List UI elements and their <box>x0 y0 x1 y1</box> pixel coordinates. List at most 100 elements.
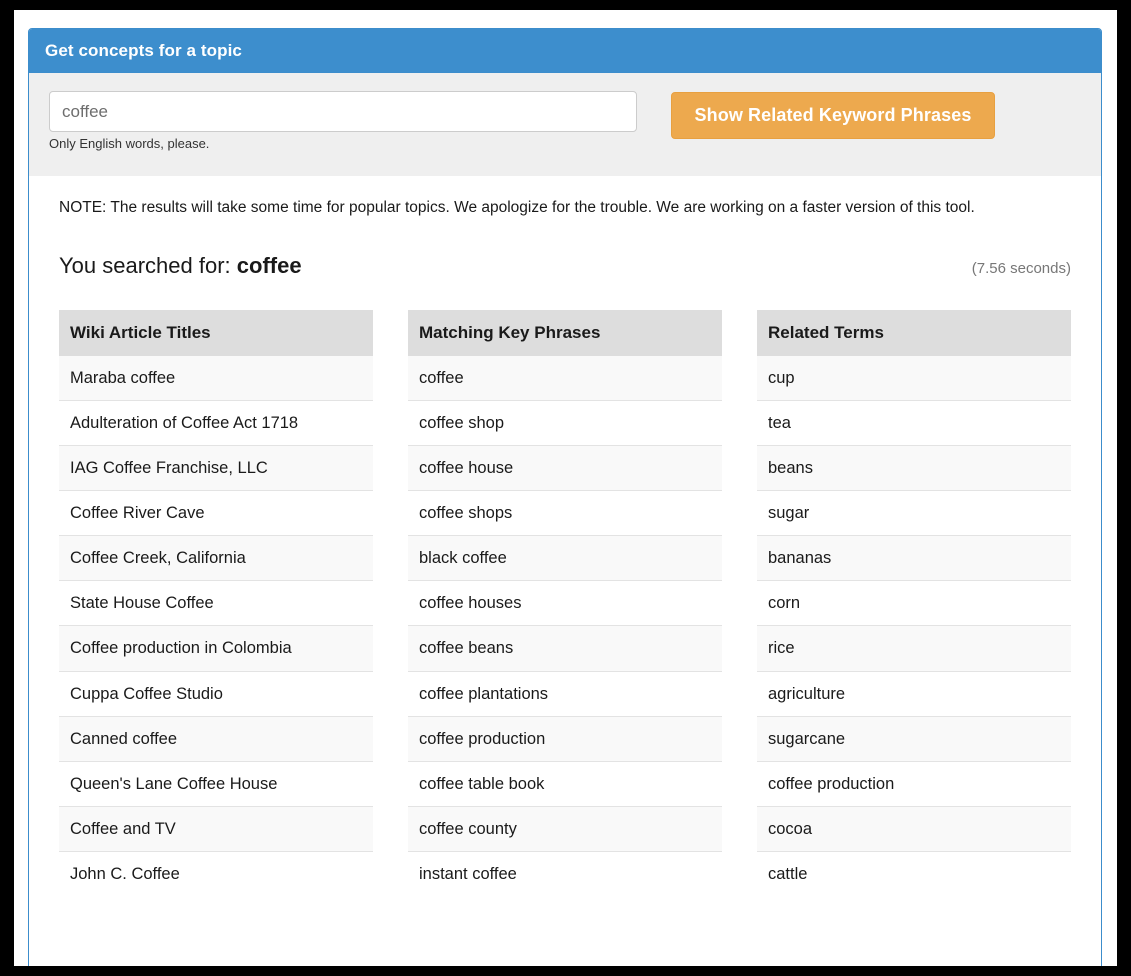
table-cell[interactable]: black coffee <box>408 535 722 581</box>
searched-for-prefix: You searched for: <box>59 252 231 278</box>
table-cell[interactable]: coffee shops <box>408 490 722 536</box>
table-cell[interactable]: Maraba coffee <box>59 355 373 401</box>
table-row[interactable]: cocoa <box>757 806 1071 852</box>
panel-body: NOTE: The results will take some time fo… <box>29 176 1101 897</box>
table-cell[interactable]: coffee production <box>757 760 1071 807</box>
table-cell[interactable]: rice <box>757 625 1071 672</box>
table-row[interactable]: coffee shops <box>408 490 722 536</box>
table-row[interactable]: Maraba coffee <box>59 355 373 401</box>
page-canvas: Get concepts for a topic Only English wo… <box>14 10 1117 966</box>
topic-field-group: Only English words, please. <box>49 91 637 153</box>
elapsed-time: (7.56 seconds) <box>971 259 1071 277</box>
column-header: Matching Key Phrases <box>408 309 722 356</box>
table-row[interactable]: beans <box>757 444 1071 491</box>
table-body: cup tea beans sugar bananas corn rice ag… <box>757 355 1071 897</box>
table-cell[interactable]: Adulteration of Coffee Act 1718 <box>59 399 373 446</box>
search-summary-row: You searched for: coffee (7.56 seconds) <box>59 253 1071 279</box>
table-row[interactable]: cup <box>757 355 1071 401</box>
panel-title: Get concepts for a topic <box>45 41 242 60</box>
table-row[interactable]: coffee <box>408 355 722 401</box>
table-cell[interactable]: Cuppa Coffee Studio <box>59 670 373 717</box>
table-cell[interactable]: State House Coffee <box>59 580 373 626</box>
table-row[interactable]: Adulteration of Coffee Act 1718 <box>59 399 373 446</box>
concepts-panel: Get concepts for a topic Only English wo… <box>28 28 1102 966</box>
table-cell[interactable]: cattle <box>757 851 1071 897</box>
table-cell[interactable]: coffee production <box>408 715 722 762</box>
table-header-row: Wiki Article Titles <box>59 309 373 356</box>
search-form-area: Only English words, please. Show Related… <box>29 73 1101 176</box>
table-cell[interactable]: instant coffee <box>408 851 722 897</box>
table-row[interactable]: corn <box>757 580 1071 626</box>
table-row[interactable]: cattle <box>757 851 1071 897</box>
table-cell[interactable]: Coffee production in Colombia <box>59 625 373 672</box>
table-cell[interactable]: Queen's Lane Coffee House <box>59 760 373 807</box>
table-cell[interactable]: sugar <box>757 490 1071 536</box>
table-row[interactable]: John C. Coffee <box>59 851 373 897</box>
table-row[interactable]: coffee table book <box>408 760 722 807</box>
table-cell[interactable]: coffee <box>408 355 722 401</box>
table-row[interactable]: instant coffee <box>408 851 722 897</box>
table-row[interactable]: rice <box>757 625 1071 672</box>
table-cell[interactable]: Canned coffee <box>59 715 373 762</box>
table-cell[interactable]: coffee shop <box>408 399 722 446</box>
table-row[interactable]: black coffee <box>408 535 722 581</box>
table-cell[interactable]: corn <box>757 580 1071 626</box>
table-cell[interactable]: Coffee River Cave <box>59 490 373 536</box>
column-header: Wiki Article Titles <box>59 309 373 356</box>
table-row[interactable]: State House Coffee <box>59 580 373 626</box>
table-cell[interactable]: cup <box>757 355 1071 401</box>
table-cell[interactable]: coffee house <box>408 444 722 491</box>
table-row[interactable]: agriculture <box>757 670 1071 717</box>
table-row[interactable]: coffee production <box>757 760 1071 807</box>
table-row[interactable]: sugarcane <box>757 715 1071 762</box>
table-cell[interactable]: tea <box>757 399 1071 446</box>
table-cell[interactable]: cocoa <box>757 806 1071 852</box>
table-row[interactable]: IAG Coffee Franchise, LLC <box>59 444 373 491</box>
table-row[interactable]: coffee beans <box>408 625 722 672</box>
table-cell[interactable]: sugarcane <box>757 715 1071 762</box>
table-row[interactable]: Coffee Creek, California <box>59 535 373 581</box>
table-row[interactable]: coffee houses <box>408 580 722 626</box>
table-cell[interactable]: coffee houses <box>408 580 722 626</box>
table-cell[interactable]: coffee beans <box>408 625 722 672</box>
wiki-article-titles-table: Wiki Article Titles Maraba coffee Adulte… <box>59 309 373 897</box>
results-column-wiki-article-titles: Wiki Article Titles Maraba coffee Adulte… <box>59 309 373 897</box>
table-cell[interactable]: IAG Coffee Franchise, LLC <box>59 444 373 491</box>
table-row[interactable]: Canned coffee <box>59 715 373 762</box>
column-header: Related Terms <box>757 309 1071 356</box>
table-row[interactable]: Coffee and TV <box>59 806 373 852</box>
table-cell[interactable]: Coffee Creek, California <box>59 535 373 581</box>
table-cell[interactable]: coffee county <box>408 806 722 852</box>
table-row[interactable]: coffee plantations <box>408 670 722 717</box>
table-row[interactable]: tea <box>757 399 1071 446</box>
topic-input[interactable] <box>49 91 637 132</box>
table-row[interactable]: Cuppa Coffee Studio <box>59 670 373 717</box>
searched-for-label: You searched for: coffee <box>59 253 302 279</box>
table-row[interactable]: sugar <box>757 490 1071 536</box>
table-row[interactable]: coffee house <box>408 444 722 491</box>
table-cell[interactable]: coffee plantations <box>408 670 722 717</box>
table-row[interactable]: Coffee River Cave <box>59 490 373 536</box>
table-cell[interactable]: John C. Coffee <box>59 851 373 897</box>
results-column-related-terms: Related Terms cup tea beans sugar banana… <box>757 309 1071 897</box>
table-cell[interactable]: coffee table book <box>408 760 722 807</box>
matching-key-phrases-table: Matching Key Phrases coffee coffee shop … <box>408 309 722 897</box>
searched-for-term: coffee <box>236 252 302 278</box>
show-related-keyword-phrases-button[interactable]: Show Related Keyword Phrases <box>671 92 995 139</box>
table-cell[interactable]: bananas <box>757 535 1071 581</box>
table-row[interactable]: coffee shop <box>408 399 722 446</box>
panel-header: Get concepts for a topic <box>29 29 1101 73</box>
table-cell[interactable]: beans <box>757 444 1071 491</box>
table-cell[interactable]: agriculture <box>757 670 1071 717</box>
table-row[interactable]: coffee county <box>408 806 722 852</box>
table-row[interactable]: coffee production <box>408 715 722 762</box>
table-row[interactable]: Queen's Lane Coffee House <box>59 760 373 807</box>
table-row[interactable]: Coffee production in Colombia <box>59 625 373 672</box>
table-row[interactable]: bananas <box>757 535 1071 581</box>
table-body: coffee coffee shop coffee house coffee s… <box>408 355 722 897</box>
input-help-text: Only English words, please. <box>49 136 210 151</box>
table-cell[interactable]: Coffee and TV <box>59 806 373 852</box>
results-column-matching-key-phrases: Matching Key Phrases coffee coffee shop … <box>408 309 722 897</box>
table-header-row: Matching Key Phrases <box>408 309 722 356</box>
related-terms-table: Related Terms cup tea beans sugar banana… <box>757 309 1071 897</box>
